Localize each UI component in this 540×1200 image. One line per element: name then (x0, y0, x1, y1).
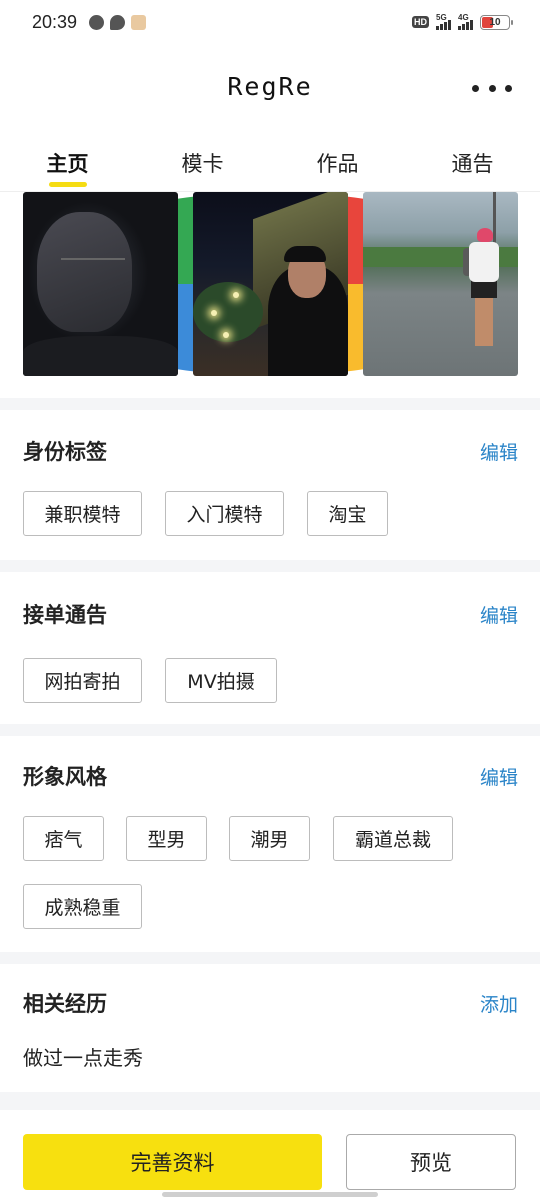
section-divider (0, 952, 540, 964)
tag-chip: 霸道总裁 (333, 816, 453, 861)
photo-thumbnail[interactable] (363, 192, 518, 376)
tab-works[interactable]: 作品 (270, 136, 405, 191)
wechat-icon (89, 14, 105, 30)
section-title: 形象风格 (23, 765, 107, 789)
section-title: 接单通告 (23, 603, 107, 627)
tag-chip: 型男 (126, 816, 207, 861)
tag-chip: 网拍寄拍 (23, 658, 142, 703)
photo-thumbnail[interactable] (193, 192, 348, 376)
tab-notices[interactable]: 通告 (405, 136, 540, 191)
signal-5g-icon: 5G (436, 13, 451, 30)
tag-chip: 入门模特 (165, 491, 284, 536)
tag-chip: 兼职模特 (23, 491, 142, 536)
experience-section: 相关经历 添加 做过一点走秀 (0, 988, 540, 1088)
section-divider (0, 1092, 540, 1110)
signal-5g-label: 5G (436, 13, 447, 22)
edit-image-style-link[interactable]: 编辑 (480, 763, 518, 790)
section-divider (0, 398, 540, 410)
signal-4g-label: 4G (458, 13, 469, 22)
more-dot-icon (505, 84, 512, 92)
app-header: RegRe (0, 60, 540, 118)
section-divider (0, 724, 540, 736)
tab-bar: 主页 模卡 作品 通告 (0, 136, 540, 192)
signal-4g-icon: 4G (458, 13, 473, 30)
home-indicator[interactable] (162, 1192, 378, 1197)
tag-chip: MV拍摄 (165, 658, 277, 703)
tab-label: 模卡 (181, 152, 224, 176)
more-options-button[interactable] (472, 74, 512, 102)
tag-chip: 淘宝 (307, 491, 388, 536)
preview-button[interactable]: 预览 (346, 1134, 516, 1190)
tab-model-card[interactable]: 模卡 (135, 136, 270, 191)
page-title: RegRe (227, 72, 313, 101)
notification-icons (23, 14, 518, 376)
image-style-section: 形象风格 编辑 痞气 型男 潮男 霸道总裁 成熟稳重 (0, 761, 540, 941)
tag-chip: 潮男 (229, 816, 310, 861)
edit-identity-tags-link[interactable]: 编辑 (480, 438, 518, 465)
message-icon (110, 14, 126, 30)
photo-gallery (23, 192, 518, 376)
tag-chip: 成熟稳重 (23, 884, 142, 929)
section-title: 相关经历 (23, 992, 107, 1016)
status-bar: 20:39 HD 5G 4G 10 (0, 0, 540, 376)
app-notification-icon (131, 14, 147, 30)
status-time: 20:39 (32, 11, 78, 32)
system-status: HD 5G 4G 10 (412, 13, 513, 30)
add-experience-link[interactable]: 添加 (480, 990, 518, 1017)
identity-tags-section: 身份标签 编辑 兼职模特 入门模特 淘宝 (0, 436, 540, 546)
hd-voice-icon: HD (412, 16, 429, 28)
section-divider (0, 560, 540, 572)
battery-icon: 10 (480, 14, 513, 30)
tab-home[interactable]: 主页 (0, 136, 135, 191)
more-dot-icon (488, 84, 496, 92)
active-tab-indicator (48, 182, 87, 187)
edit-order-notices-link[interactable]: 编辑 (480, 601, 518, 628)
battery-level: 10 (489, 16, 501, 28)
bottom-action-bar: 完善资料 预览 (0, 1110, 540, 1200)
section-title: 身份标签 (23, 440, 107, 464)
tag-chip: 痞气 (23, 816, 104, 861)
order-notices-section: 接单通告 编辑 网拍寄拍 MV拍摄 (0, 599, 540, 709)
tab-label: 通告 (451, 152, 494, 176)
photo-thumbnail[interactable] (23, 192, 178, 376)
more-dot-icon (472, 84, 479, 92)
complete-profile-button[interactable]: 完善资料 (23, 1134, 322, 1190)
experience-text: 做过一点走秀 (23, 1046, 143, 1070)
tab-label: 主页 (46, 152, 89, 176)
tab-label: 作品 (316, 152, 359, 176)
